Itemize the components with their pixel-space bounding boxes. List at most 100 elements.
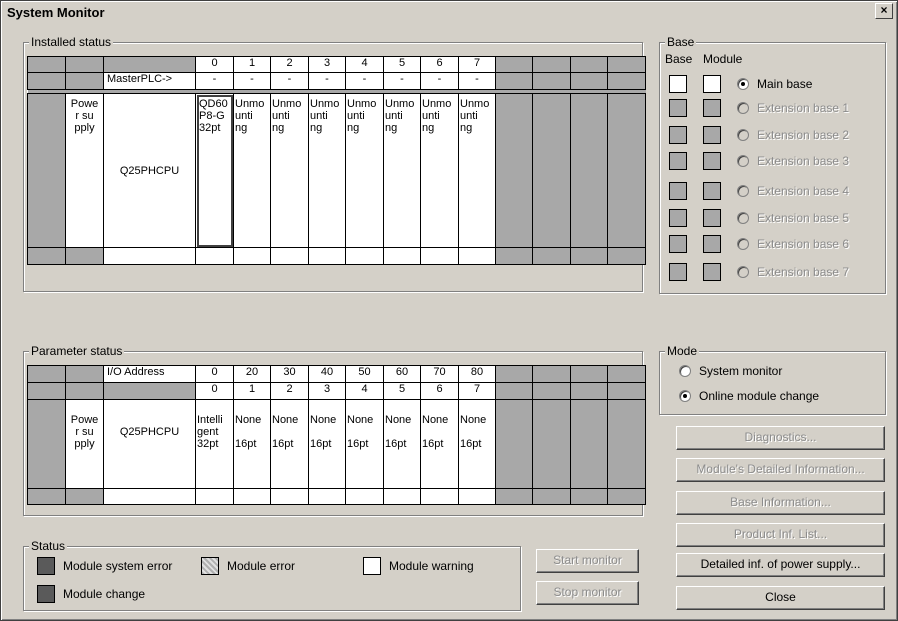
radio-icon[interactable] (737, 238, 749, 250)
radio-selected-icon[interactable] (679, 390, 691, 402)
slot-header: 0 (195, 382, 234, 400)
mode-online-change-option[interactable]: Online module change (679, 389, 819, 403)
radio-icon[interactable] (737, 102, 749, 114)
slot-header: 7 (458, 56, 496, 73)
power-supply-cell[interactable]: Powe r su pply (65, 399, 104, 489)
power-supply-details-button[interactable]: Detailed inf. of power supply... (676, 553, 885, 577)
master-value: - (270, 72, 309, 90)
master-plc-label: MasterPLC-> (103, 72, 196, 90)
start-monitor-button[interactable]: Start monitor (536, 549, 639, 573)
slot-header: 2 (270, 382, 309, 400)
installed-master-row: MasterPLC-> - - - - - - - - (27, 72, 646, 90)
module-cell[interactable]: QD60 P8-G 32pt (195, 93, 234, 248)
module-cell[interactable]: Unmo unti ng (383, 93, 421, 248)
legend-label: Module system error (63, 559, 173, 573)
param-module-cell[interactable]: None 16pt (345, 399, 384, 489)
module-column-label: Module (703, 52, 743, 66)
module-detailed-info-button[interactable]: Module's Detailed Information... (676, 458, 885, 482)
slot-header: 0 (195, 56, 234, 73)
base-status-box (669, 209, 687, 227)
legend-label: Module change (63, 587, 146, 601)
radio-icon[interactable] (679, 365, 691, 377)
parameter-status-table: I/O Address 0 20 30 40 50 60 70 80 0 1 2… (27, 365, 646, 505)
io-address-value: 70 (420, 365, 459, 383)
param-module-cell[interactable]: None 16pt (233, 399, 271, 489)
module-cell[interactable]: Unmo unti ng (233, 93, 271, 248)
io-address-label: I/O Address (103, 365, 196, 383)
mode-system-monitor-option[interactable]: System monitor (679, 364, 782, 378)
legend-system-error: Module system error (37, 557, 172, 575)
module-cell[interactable]: Unmo unti ng (458, 93, 496, 248)
base-option-label: Extension base 6 (757, 237, 850, 251)
module-cell[interactable]: Unmo unti ng (270, 93, 309, 248)
diagnostics-button[interactable]: Diagnostics... (676, 426, 885, 450)
module-cell[interactable]: Unmo unti ng (308, 93, 346, 248)
io-address-value: 80 (458, 365, 496, 383)
base-option-label: Extension base 2 (757, 128, 850, 142)
cpu-cell[interactable]: Q25PHCPU (103, 93, 196, 248)
base-option-label: Main base (757, 77, 813, 91)
base-status-box (669, 152, 687, 170)
module-error-swatch (201, 557, 219, 575)
legend-label: Module error (227, 559, 296, 573)
base-information-button[interactable]: Base Information... (676, 491, 885, 515)
mode-option-label: Online module change (699, 389, 820, 403)
master-value: - (420, 72, 459, 90)
param-module-cell[interactable]: None 16pt (383, 399, 421, 489)
installed-bottom-row (27, 247, 646, 265)
radio-icon[interactable] (737, 155, 749, 167)
base-row[interactable]: Extension base 4 (669, 181, 849, 201)
base-row[interactable]: Extension base 7 (669, 262, 849, 282)
param-module-cell[interactable]: Intelli gent 32pt (195, 399, 234, 489)
slot-header: 7 (458, 382, 496, 400)
io-address-value: 50 (345, 365, 384, 383)
radio-icon[interactable] (737, 185, 749, 197)
slot-header: 2 (270, 56, 309, 73)
base-status-box (669, 182, 687, 200)
module-status-box (703, 126, 721, 144)
slot-header: 3 (308, 382, 346, 400)
param-module-cell[interactable]: None 16pt (420, 399, 459, 489)
radio-icon[interactable] (737, 212, 749, 224)
radio-selected-icon[interactable] (737, 78, 749, 90)
master-value: - (195, 72, 234, 90)
radio-icon[interactable] (737, 266, 749, 278)
param-module-cell[interactable]: None 16pt (458, 399, 496, 489)
master-value: - (458, 72, 496, 90)
parameter-status-label: Parameter status (29, 344, 125, 358)
radio-icon[interactable] (737, 129, 749, 141)
param-module-cell[interactable]: None 16pt (270, 399, 309, 489)
param-bottom-row (27, 488, 646, 505)
base-row[interactable]: Extension base 2 (669, 125, 849, 145)
legend-module-error: Module error (201, 557, 295, 575)
stop-monitor-button[interactable]: Stop monitor (536, 581, 639, 605)
base-row[interactable]: Extension base 3 (669, 151, 849, 171)
param-module-row: Powe r su pply Q25PHCPU Intelli gent 32p… (27, 399, 646, 489)
master-value: - (233, 72, 271, 90)
module-cell[interactable]: Unmo unti ng (420, 93, 459, 248)
close-window-button[interactable]: × (875, 3, 893, 19)
legend-label: Module warning (389, 559, 474, 573)
product-inf-list-button[interactable]: Product Inf. List... (676, 523, 885, 547)
module-status-box (703, 182, 721, 200)
base-status-box (669, 263, 687, 281)
power-supply-cell[interactable]: Powe r su pply (65, 93, 104, 248)
module-warning-swatch (363, 557, 381, 575)
base-row[interactable]: Main base (669, 74, 812, 94)
window-title: System Monitor (7, 5, 105, 20)
module-cell[interactable]: Unmo unti ng (345, 93, 384, 248)
io-address-value: 0 (195, 365, 234, 383)
param-module-cell[interactable]: None 16pt (308, 399, 346, 489)
io-address-value: 60 (383, 365, 421, 383)
base-row[interactable]: Extension base 6 (669, 234, 849, 254)
base-column-label: Base (665, 52, 693, 66)
close-button[interactable]: Close (676, 586, 885, 610)
installed-status-label: Installed status (29, 35, 114, 49)
base-row[interactable]: Extension base 1 (669, 98, 849, 118)
master-value: - (383, 72, 421, 90)
cpu-cell[interactable]: Q25PHCPU (103, 399, 196, 489)
base-row[interactable]: Extension base 5 (669, 208, 849, 228)
io-address-value: 20 (233, 365, 271, 383)
slot-header: 5 (383, 56, 421, 73)
legend-module-change: Module change (37, 585, 145, 603)
